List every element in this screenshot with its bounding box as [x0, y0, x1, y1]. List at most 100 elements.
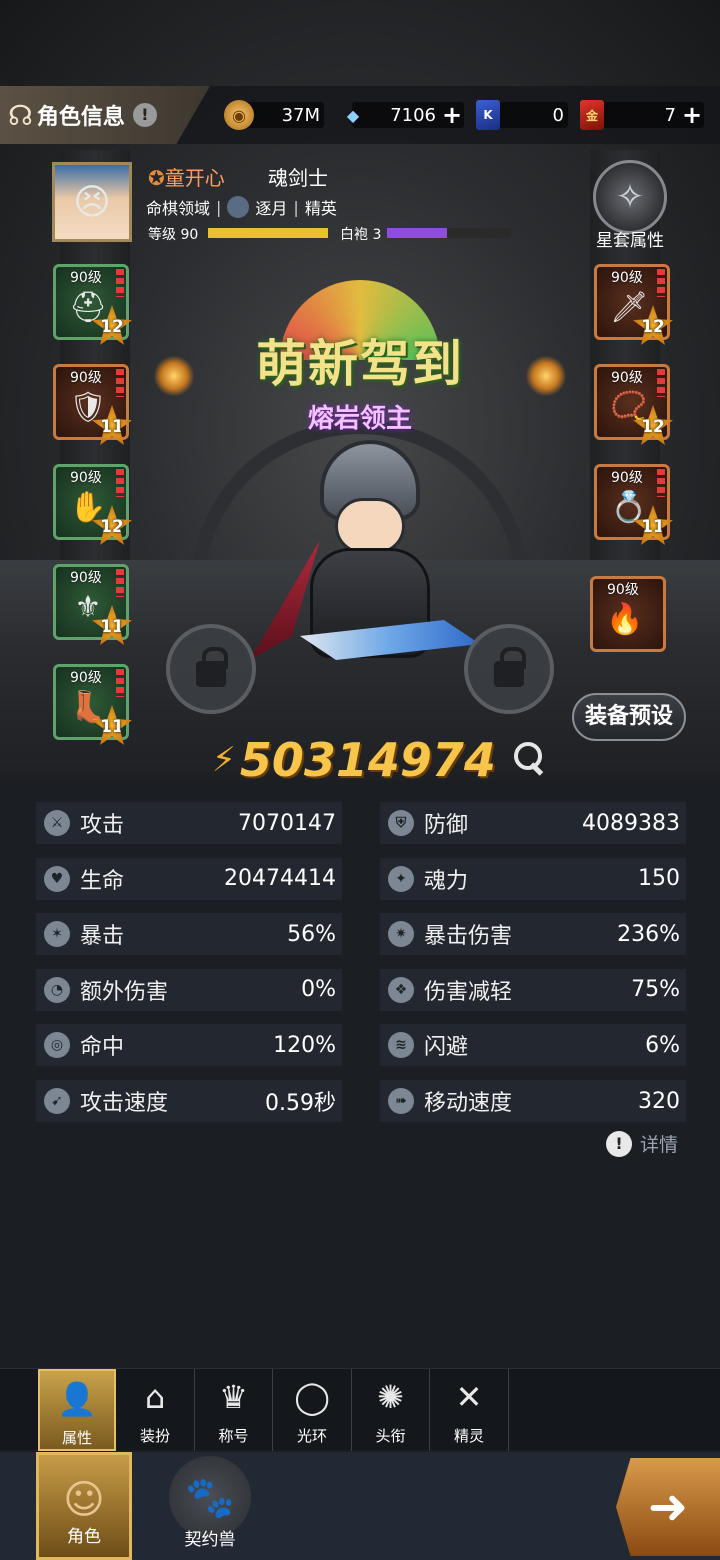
- rank-progress-fill: [387, 228, 447, 238]
- sub-tab-bar: 👤 属性 ⌂ 装扮 ♛ 称号 ◯ 光环 ✺ 头衔 ✕ 精灵: [0, 1368, 720, 1451]
- avatar[interactable]: 😣: [52, 162, 132, 242]
- equip-level: 90级: [611, 270, 643, 286]
- stat-row: ⛨ 防御 4089383: [380, 802, 686, 844]
- add-crystal-button[interactable]: +: [440, 101, 464, 129]
- rank-label: 白袍 3: [340, 227, 382, 243]
- next-arrow-button[interactable]: ➜: [616, 1458, 720, 1556]
- sub-tab-label: 精灵: [453, 1427, 484, 1445]
- nav-tab-label: 契约兽: [184, 1530, 236, 1550]
- locked-slot-right[interactable]: [464, 624, 554, 714]
- stat-row: ◔ 额外伤害 0%: [36, 968, 342, 1011]
- stat-row: ♥ 生命 20474414: [36, 857, 342, 900]
- stat-row: ❖ 伤害减轻 75%: [380, 968, 686, 1011]
- stat-value: 7070147: [238, 810, 336, 836]
- resource-coin: ◉ 37M: [224, 100, 324, 130]
- locked-slot-left[interactable]: [166, 624, 256, 714]
- stat-row: ✶ 暴击 56%: [36, 913, 342, 956]
- stat-value: 56%: [287, 921, 336, 947]
- socket-gems-icon: [116, 669, 124, 697]
- shield-stat-icon: ⛨: [388, 810, 414, 836]
- move-speed-stat-icon: ➠: [388, 1088, 414, 1114]
- sub-tab-label: 头衔: [375, 1427, 406, 1445]
- stat-row: ✦ 魂力 150: [380, 857, 686, 900]
- equip-slot-gloves[interactable]: 90级 ✋ 12: [53, 464, 132, 545]
- divider: |: [293, 197, 299, 217]
- server-name: 命棋领域: [146, 199, 211, 218]
- stat-name: 伤害减轻: [424, 979, 513, 1005]
- hero-face: [335, 498, 405, 554]
- detail-label: 详情: [640, 1134, 679, 1156]
- sub-tab-label: 光环: [296, 1427, 327, 1445]
- power-icon: ⚡: [212, 740, 236, 780]
- crit-damage-stat-icon: ✷: [388, 921, 414, 948]
- stat-name: 移动速度: [424, 1091, 513, 1116]
- attack-speed-stat-icon: ➹: [44, 1088, 70, 1114]
- star-set-button[interactable]: ✧ 星套属性: [588, 160, 672, 252]
- stat-value: 150: [638, 866, 680, 892]
- sub-tab-fairy[interactable]: ✕ 精灵: [431, 1369, 509, 1451]
- stat-row: ➠ 移动速度 320: [380, 1080, 686, 1122]
- equip-slot-boots[interactable]: 90级 👢 11: [53, 664, 132, 745]
- equip-slot-armor[interactable]: 90级 🛡 11: [53, 364, 132, 445]
- extra-damage-stat-icon: ◔: [44, 976, 70, 1003]
- info-icon: !: [606, 1130, 632, 1157]
- stat-value: 4089383: [582, 810, 680, 836]
- nav-tab-character-head[interactable]: ☺ 角色: [36, 1452, 132, 1560]
- resource-blue-card: K 0: [476, 100, 568, 130]
- sub-tab-crown[interactable]: ♛ 称号: [195, 1369, 273, 1451]
- stat-name: 暴击: [80, 924, 125, 950]
- equip-level: 90级: [70, 270, 102, 286]
- stat-value: 0.59秒: [265, 1091, 336, 1116]
- player-name: ✪童开心: [148, 162, 225, 191]
- sub-tab-emblem[interactable]: ✺ 头衔: [352, 1369, 430, 1451]
- sub-tab-halo[interactable]: ◯ 光环: [274, 1369, 352, 1451]
- equip-slot-weapon[interactable]: 90级 🗡 12: [594, 264, 673, 345]
- page-title-tab: ☊ 角色信息 !: [0, 86, 210, 144]
- damage-reduction-stat-icon: ❖: [388, 976, 414, 1003]
- sub-tab-label: 称号: [218, 1427, 249, 1445]
- arrow-right-icon: ➜: [647, 1479, 689, 1535]
- sub-tab-person[interactable]: 👤 属性: [38, 1369, 116, 1451]
- red-card-icon: 金: [580, 100, 604, 130]
- crown-icon: ♛: [219, 1378, 248, 1416]
- equip-slot-ring[interactable]: 90级 💍 11: [594, 464, 673, 545]
- stat-name: 攻击: [80, 813, 125, 838]
- resource-blue-card-value: 0: [552, 104, 564, 126]
- socket-gems-icon: [657, 269, 665, 297]
- emblem-icon: ✺: [377, 1378, 404, 1416]
- character-model[interactable]: [240, 430, 480, 710]
- resource-red-card: 金 7 +: [580, 100, 704, 130]
- divider: |: [216, 197, 222, 217]
- banner-title: 萌新驾到: [256, 335, 464, 393]
- socket-gems-icon: [657, 369, 665, 397]
- help-icon[interactable]: !: [132, 103, 157, 127]
- stat-name: 暴击伤害: [424, 924, 513, 950]
- equip-level: 90级: [70, 670, 102, 686]
- equip-level: 90级: [70, 470, 102, 486]
- equip-slot-belt[interactable]: 90级 ⚜ 11: [53, 564, 132, 645]
- equip-level: 90级: [70, 570, 102, 586]
- nav-tab-paw[interactable]: 🐾 契约兽: [162, 1452, 258, 1560]
- stat-value: 6%: [645, 1032, 680, 1058]
- guild-badge-icon: [227, 196, 250, 218]
- halo-icon: ◯: [294, 1378, 330, 1416]
- target-stat-icon: ◎: [44, 1032, 70, 1059]
- player-affiliation: 命棋领域 | 逐月 | 精英: [146, 195, 337, 219]
- search-icon[interactable]: [512, 740, 548, 776]
- stat-value: 75%: [631, 977, 680, 1003]
- equip-slot-wing[interactable]: 90级 🔥: [590, 576, 666, 652]
- equipment-preset-button[interactable]: 装备预设: [572, 693, 686, 741]
- sub-tab-label: 属性: [61, 1429, 92, 1447]
- add-red-card-button[interactable]: +: [680, 101, 704, 129]
- soul-stat-icon: ✦: [388, 865, 414, 892]
- equip-slot-helmet[interactable]: 90级 ⛑ 12: [53, 264, 132, 345]
- sub-tab-hanger[interactable]: ⌂ 装扮: [117, 1369, 195, 1451]
- hanger-icon: ⌂: [144, 1378, 166, 1416]
- equip-slot-necklace[interactable]: 90级 📿 12: [594, 364, 673, 445]
- equip-level: 90级: [611, 470, 643, 486]
- avatar-face-icon: 😣: [73, 181, 111, 223]
- detail-link[interactable]: ! 详情: [606, 1130, 678, 1157]
- socket-gems-icon: [116, 269, 124, 297]
- guild-name[interactable]: 逐月: [255, 195, 287, 219]
- socket-gems-icon: [116, 569, 124, 597]
